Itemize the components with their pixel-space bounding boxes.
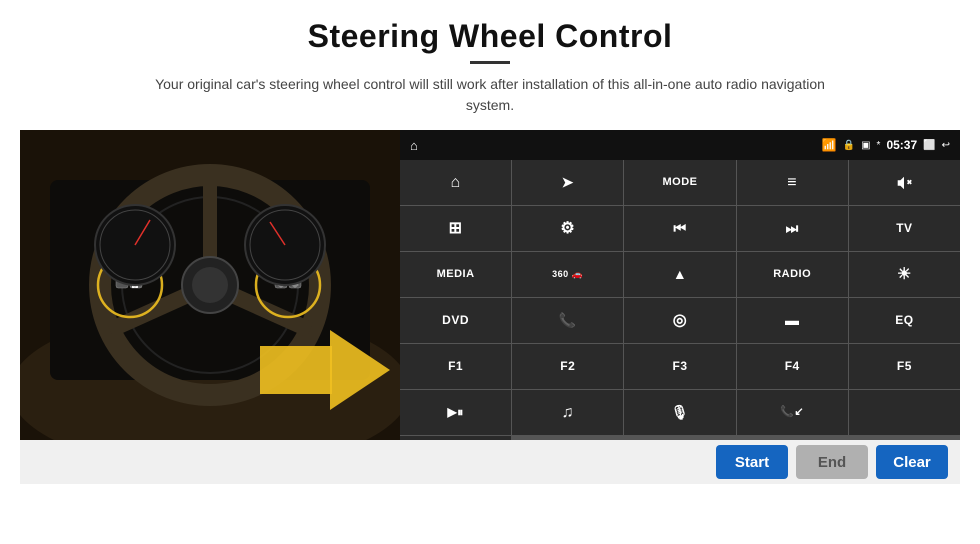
start-button[interactable]: Start [716, 445, 788, 479]
grid-button-21[interactable]: F2 [512, 344, 623, 389]
bluetooth-icon: * [877, 140, 881, 151]
cast-icon: ⬜ [923, 140, 935, 151]
status-bar: ⌂ 📶 🔒 ▣ * 05:37 ⬜ ↩ [400, 130, 960, 160]
grid-button-14[interactable]: ☀ [849, 252, 960, 297]
status-right: 📶 🔒 ▣ * 05:37 ⬜ ↩ [822, 138, 950, 152]
grid-button-25[interactable]: ▶⏸ [400, 390, 511, 435]
grid-button-15[interactable]: DVD [400, 298, 511, 343]
grid-button-26[interactable]: ♫ [512, 390, 623, 435]
grid-button-10[interactable]: MEDIA [400, 252, 511, 297]
grid-button-20[interactable]: F1 [400, 344, 511, 389]
grid-button-13[interactable]: RADIO [737, 252, 848, 297]
subtitle: Your original car's steering wheel contr… [150, 74, 830, 116]
title-divider [470, 61, 510, 64]
grid-button-3[interactable]: ≡ [737, 160, 848, 205]
grid-button-7[interactable]: ⏮ [624, 206, 735, 251]
grid-button-18[interactable]: ▬ [737, 298, 848, 343]
grid-button-27[interactable]: 🎙 [624, 390, 735, 435]
page-container: Steering Wheel Control Your original car… [0, 0, 980, 544]
end-button[interactable]: End [796, 445, 868, 479]
sim-icon: ▣ [861, 140, 870, 151]
grid-button-19[interactable]: EQ [849, 298, 960, 343]
grid-button-2[interactable]: MODE [624, 160, 735, 205]
clear-button[interactable]: Clear [876, 445, 948, 479]
action-bar: Start End Clear [20, 440, 960, 484]
grid-button-12[interactable]: ▲ [624, 252, 735, 297]
page-title: Steering Wheel Control [308, 18, 673, 55]
grid-button-1[interactable]: ➤ [512, 160, 623, 205]
wifi-icon: 📶 [822, 138, 837, 152]
grid-button-24[interactable]: F5 [849, 344, 960, 389]
grid-button-8[interactable]: ⏭ [737, 206, 848, 251]
grid-button-6[interactable]: ⚙ [512, 206, 623, 251]
grid-button-23[interactable]: F4 [737, 344, 848, 389]
grid-button-16[interactable]: 📞 [512, 298, 623, 343]
grid-button-0[interactable]: ⌂ [400, 160, 511, 205]
steering-wheel-image: ☎ [20, 130, 400, 440]
status-left: ⌂ [410, 138, 418, 153]
grid-button-22[interactable]: F3 [624, 344, 735, 389]
grid-button-11[interactable]: 360 🚗 [512, 252, 623, 297]
lock-icon: 🔒 [843, 140, 855, 151]
time-display: 05:37 [886, 138, 917, 152]
grid-button-28[interactable]: 📞↙ [737, 390, 848, 435]
back-icon: ↩ [942, 140, 950, 151]
grid-button-4[interactable] [849, 160, 960, 205]
grid-button-9[interactable]: TV [849, 206, 960, 251]
button-grid: ⌂➤MODE≡ ⊞⚙⏮⏭TVMEDIA360 🚗▲RADIO☀DVD📞◎▬EQF… [400, 160, 960, 440]
content-row: ☎ [20, 130, 960, 440]
android-panel: ⌂ 📶 🔒 ▣ * 05:37 ⬜ ↩ ⌂➤MODE≡ ⊞⚙⏮⏭TVMEDIA3… [400, 130, 960, 440]
grid-button-5[interactable]: ⊞ [400, 206, 511, 251]
grid-button-17[interactable]: ◎ [624, 298, 735, 343]
home-status-icon: ⌂ [410, 138, 418, 153]
grid-button-29[interactable] [849, 390, 960, 435]
